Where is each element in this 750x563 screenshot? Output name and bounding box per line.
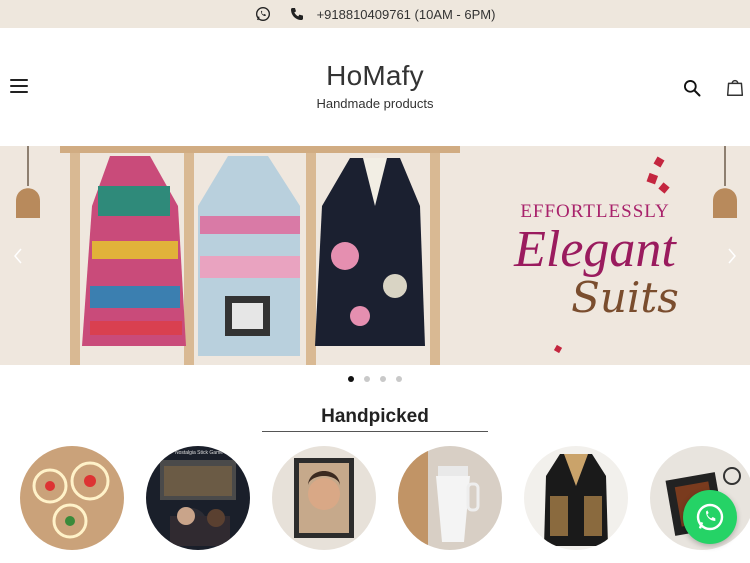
carousel-dot-3[interactable] [380,376,386,382]
whatsapp-icon [696,503,724,531]
carousel-dot-4[interactable] [396,376,402,382]
brand-logo[interactable]: HoMafy Handmade products [0,60,750,111]
handpicked-item-fairy-lights[interactable] [20,446,124,550]
banner-line-1: EFFORTLESSLY [520,201,670,222]
embroidered-jacket-image [524,446,628,550]
poster-text: Nostalgia Stick Game [174,450,224,456]
cart-icon[interactable] [724,76,746,98]
whatsapp-chat-button[interactable] [683,490,737,544]
search-icon[interactable] [682,78,702,98]
carousel-dots [0,376,750,382]
top-bar: +918810409761 (10AM - 6PM) [0,0,750,28]
phone-icon[interactable] [289,6,305,22]
carousel-dot-2[interactable] [364,376,370,382]
gaming-setup-image [146,446,250,550]
handpicked-item-embroidered-jacket[interactable] [524,446,628,550]
chevron-right-icon[interactable] [724,246,740,266]
carousel-dot-1[interactable] [348,376,354,382]
banner-line-2: Elegant [514,221,676,278]
heading-divider [262,431,488,432]
brand-name: HoMafy [326,60,424,91]
handpicked-carousel: Nostalgia Stick Game [0,446,750,552]
banner-headline: EFFORTLESSLY Elegant Suits [470,201,720,322]
tumbler-image [398,446,502,550]
whatsapp-icon[interactable] [255,6,271,22]
hero-banner[interactable]: EFFORTLESSLY Elegant Suits [0,146,750,365]
framed-portrait-image [272,446,376,550]
chevron-left-icon[interactable] [10,246,26,266]
handpicked-item-framed-portrait[interactable] [272,446,376,550]
contact-phone-hours[interactable]: +918810409761 (10AM - 6PM) [317,7,496,22]
banner-line-3: Suits [571,273,679,322]
handpicked-item-tumbler[interactable] [398,446,502,550]
site-header: HoMafy Handmade products [0,28,750,146]
handpicked-item-gaming-setup[interactable]: Nostalgia Stick Game [146,446,250,550]
brand-tagline: Handmade products [316,96,434,111]
fairy-lights-image [20,446,124,550]
handpicked-heading: Handpicked [321,406,429,427]
